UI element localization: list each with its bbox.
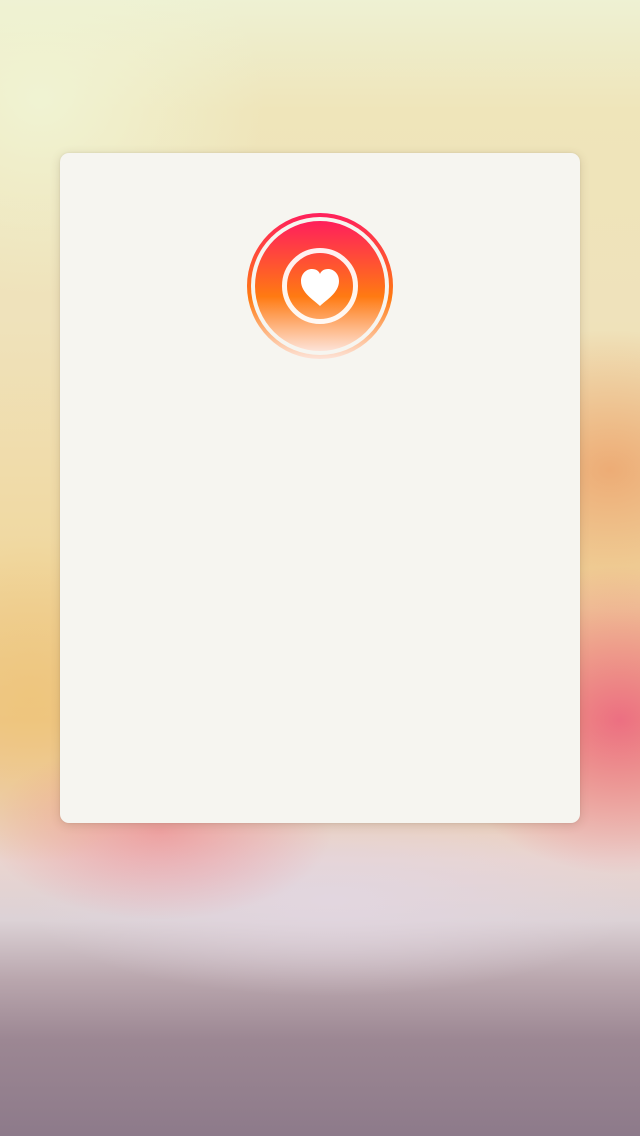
content-card	[60, 153, 580, 823]
heart-badge-icon	[245, 211, 395, 361]
